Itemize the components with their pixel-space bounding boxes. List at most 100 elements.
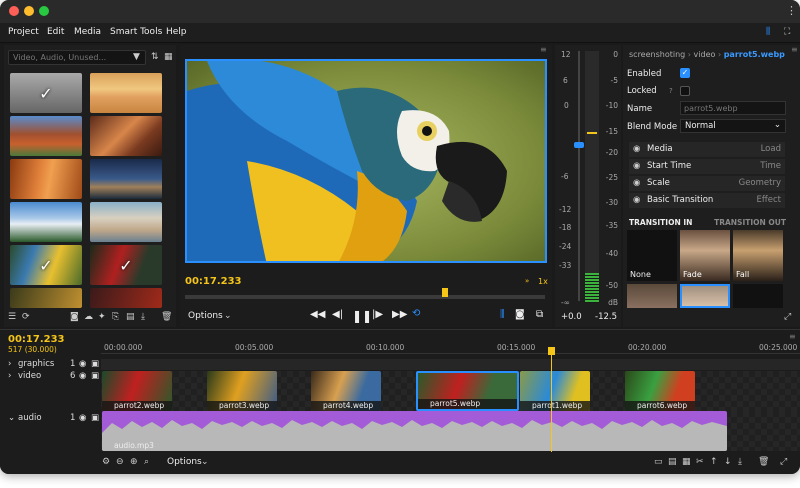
zoom-out-icon[interactable]: ⊖ — [116, 457, 124, 467]
overwrite-icon[interactable]: ↓ — [724, 457, 732, 467]
visibility-icon[interactable]: ◉ — [633, 178, 640, 188]
blend-mode-select[interactable]: Normal ⌄ — [680, 119, 786, 133]
transition-out-tab[interactable]: TRANSITION OUT — [714, 218, 786, 227]
video-clip[interactable]: parrot4.webp — [311, 371, 381, 411]
scrub-audio-icon[interactable]: ⫼ — [500, 309, 505, 320]
video-clip[interactable]: parrot6.webp — [625, 371, 695, 411]
list-view-icon[interactable]: ☰ — [8, 312, 16, 322]
add-track-icon[interactable]: ▦ — [682, 457, 691, 467]
cloud-icon[interactable]: ☁ — [84, 312, 93, 322]
scrubber-handle[interactable] — [442, 288, 448, 297]
thumbnail[interactable] — [10, 288, 82, 308]
name-field[interactable]: parrot5.webp — [680, 101, 786, 115]
transition-thumb[interactable] — [627, 284, 677, 308]
volume-slider-track[interactable] — [578, 51, 580, 301]
expand-arrow-icon[interactable]: › — [8, 371, 11, 381]
video-clip[interactable]: parrot3.webp — [207, 371, 277, 411]
speed-label[interactable]: 1x — [538, 277, 548, 286]
thumbnail[interactable] — [90, 288, 162, 308]
playhead-handle[interactable] — [548, 347, 555, 355]
thumbnail[interactable]: ✓ — [10, 245, 82, 285]
external-icon[interactable]: ⧉ — [536, 309, 543, 320]
timeline-options-button[interactable]: Options — [167, 457, 202, 467]
camera-icon[interactable]: ◙ — [515, 309, 525, 320]
visibility-icon[interactable]: ◉ — [633, 144, 640, 154]
zoom-fit-icon[interactable]: ⌕ — [144, 457, 149, 467]
search-input[interactable]: Video, Audio, Unused... — [8, 50, 146, 65]
folder-icon[interactable]: ▭ — [654, 457, 663, 467]
view-grid-icon[interactable]: ▦ — [164, 52, 173, 62]
eye-icon[interactable]: ◉ — [79, 359, 86, 369]
close-window-button[interactable] — [9, 6, 19, 16]
thumbnail[interactable] — [10, 202, 82, 242]
lock-icon[interactable]: ▣ — [91, 359, 99, 369]
transition-in-tab[interactable]: TRANSITION IN — [629, 218, 692, 227]
magic-icon[interactable]: ✦ — [98, 312, 106, 322]
expand-arrow-icon[interactable]: › — [8, 359, 11, 369]
menu-smart-tools[interactable]: Smart Tools — [110, 27, 162, 37]
enabled-checkbox[interactable]: ✓ — [680, 68, 690, 78]
time-ruler[interactable] — [101, 342, 800, 354]
collapse-arrow-icon[interactable]: ⌄ — [8, 413, 15, 423]
locked-checkbox[interactable] — [680, 86, 690, 96]
minimize-window-button[interactable] — [24, 6, 34, 16]
audio-waveform-icon[interactable]: ⫼ — [766, 27, 770, 37]
eye-icon[interactable]: ◉ — [79, 371, 86, 381]
video-clip[interactable]: parrot1.webp — [520, 371, 590, 411]
lift-icon[interactable]: ↑ — [710, 457, 718, 467]
thumbnail[interactable] — [90, 116, 162, 156]
expand-icon[interactable]: ⤢ — [784, 312, 791, 322]
thumbnail[interactable] — [10, 116, 82, 156]
transition-thumb[interactable] — [733, 284, 783, 308]
filter-media[interactable]: ◉ Media Load — [629, 142, 785, 157]
sort-icon[interactable]: ⇅ — [151, 52, 159, 62]
lock-icon[interactable]: ▣ — [91, 413, 99, 423]
video-clip-selected[interactable]: parrot5.webp — [416, 371, 519, 411]
thumbnail[interactable] — [90, 73, 162, 113]
menu-media[interactable]: Media — [74, 27, 101, 37]
scrubber-bar[interactable] — [185, 295, 545, 299]
filter-scale[interactable]: ◉ Scale Geometry — [629, 176, 785, 191]
refresh-icon[interactable]: ⟳ — [22, 312, 30, 322]
split-icon[interactable]: ✂ — [696, 457, 704, 467]
thumbnail[interactable]: ✓ — [10, 73, 82, 113]
video-clip[interactable]: parrot2.webp — [102, 371, 172, 411]
graphics-track-lane[interactable] — [101, 359, 800, 370]
skip-back-button[interactable]: ◀◀ — [310, 309, 325, 320]
help-icon[interactable]: ? — [669, 86, 673, 96]
pause-button[interactable]: ❚❚ — [352, 309, 372, 323]
fullscreen-icon[interactable]: ⛶ — [784, 27, 790, 37]
volume-slider-knob[interactable] — [574, 142, 584, 148]
panel-menu-icon[interactable]: ≡ — [789, 332, 796, 342]
transition-fade[interactable]: Fade — [680, 230, 730, 281]
trash-icon[interactable]: 🗑 — [758, 457, 769, 467]
transition-thumb-selected[interactable] — [680, 284, 730, 308]
thumbnail[interactable] — [90, 202, 162, 242]
audio-clip[interactable]: audio.mp3 — [102, 411, 727, 451]
filter-icon[interactable]: ▼ — [133, 52, 140, 62]
film-icon[interactable]: ▤ — [668, 457, 677, 467]
thumbnail[interactable] — [10, 159, 82, 199]
loop-icon[interactable]: ⟲ — [412, 308, 420, 319]
ripple-delete-icon[interactable]: ⤓ — [738, 457, 742, 467]
panel-menu-icon[interactable]: ≡ — [540, 45, 547, 55]
filter-basic-transition[interactable]: ◉ Basic Transition Effect — [629, 193, 785, 208]
more-icon[interactable]: ⋮ — [786, 5, 797, 16]
video-frame[interactable] — [185, 59, 547, 263]
filter-start-time[interactable]: ◉ Start Time Time — [629, 159, 785, 174]
panel-menu-icon[interactable]: ≡ — [791, 45, 798, 55]
transition-none[interactable]: None — [627, 230, 677, 281]
lock-icon[interactable]: ▣ — [91, 371, 99, 381]
playhead-line[interactable] — [551, 347, 552, 452]
menu-help[interactable]: Help — [166, 27, 187, 37]
breadcrumb-item[interactable]: screenshoting — [629, 50, 685, 59]
download-icon[interactable]: ⤓ — [141, 312, 145, 322]
thumbnail[interactable] — [90, 159, 162, 199]
expand-icon[interactable]: ⤢ — [780, 457, 787, 467]
skip-forward-button[interactable]: ▶▶ — [392, 309, 407, 320]
zoom-in-icon[interactable]: ⊕ — [130, 457, 138, 467]
transition-fall[interactable]: Fall — [733, 230, 783, 281]
zoom-window-button[interactable] — [39, 6, 49, 16]
visibility-icon[interactable]: ◉ — [633, 161, 640, 171]
menu-edit[interactable]: Edit — [47, 27, 64, 37]
